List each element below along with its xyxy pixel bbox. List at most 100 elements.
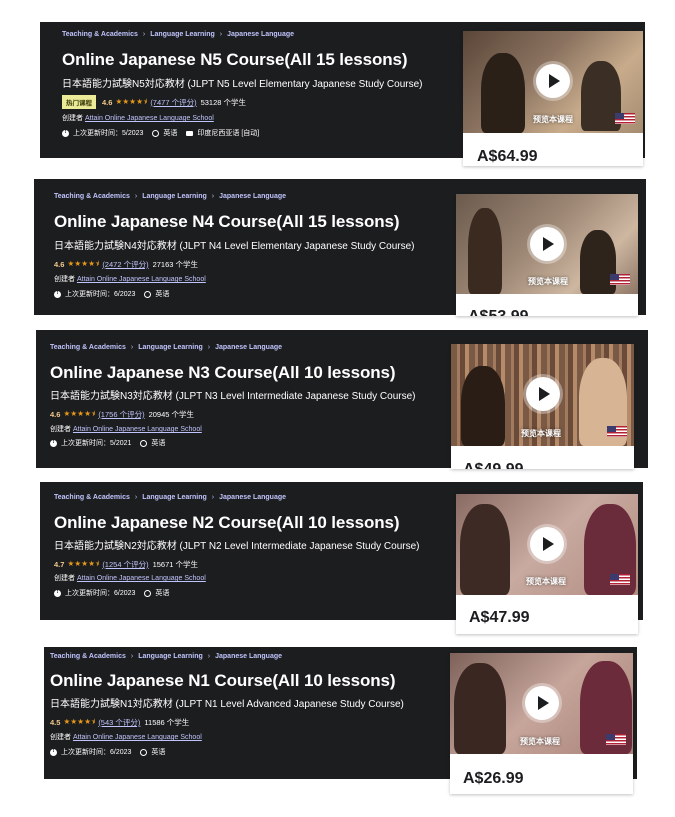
alert-icon <box>54 589 61 597</box>
rating-row: 4.6 ★★★★⯨ (1756 个评分) 20945 个学生 <box>50 408 194 421</box>
language: 英语 <box>155 291 170 298</box>
students-count: 27163 个学生 <box>152 260 199 269</box>
course-subtitle: 日本語能力試験N1対応教材 (JLPT N1 Level Advanced Ja… <box>50 699 404 710</box>
students-count: 53128 个学生 <box>200 97 247 107</box>
creator-label: 创建者 <box>54 276 75 283</box>
breadcrumb-teaching-academics[interactable]: Teaching & Academics <box>54 494 130 501</box>
info-row: 上次更新时间：6/2023 英语 <box>54 289 169 299</box>
play-button-icon[interactable] <box>530 227 564 261</box>
ratings-count-link[interactable]: (1254 个评分) <box>102 559 148 570</box>
breadcrumb-language-learning[interactable]: Language Learning <box>142 193 207 200</box>
us-flag-icon <box>610 274 630 285</box>
updated-date: 6/2023 <box>110 748 132 756</box>
person-image <box>481 53 525 133</box>
creator-link[interactable]: Attain Online Japanese Language School <box>85 115 214 122</box>
creator-row: 创建者 Attain Online Japanese Language Scho… <box>50 424 202 434</box>
price: A$49.99 <box>463 461 524 469</box>
course-card-n5: 预览本课程 A$64.99 <box>463 31 643 166</box>
star-rating-icon: ★★★★⯨ <box>63 409 96 418</box>
updated-label: 上次更新时间： <box>73 130 122 137</box>
breadcrumb: Teaching & Academics › Language Learning › J… <box>54 494 286 501</box>
star-rating-icon: ★★★★⯨ <box>115 96 148 106</box>
breadcrumb-japanese-language[interactable]: Japanese Language <box>227 31 294 38</box>
ratings-count-link[interactable]: (1756 个评分) <box>98 409 144 420</box>
creator-link[interactable]: Attain Online Japanese Language School <box>77 276 206 283</box>
creator-link[interactable]: Attain Online Japanese Language School <box>73 734 202 741</box>
globe-icon <box>144 589 152 597</box>
preview-thumbnail[interactable]: 预览本课程 <box>456 494 638 595</box>
breadcrumb-chevron-icon: › <box>130 344 134 351</box>
info-row: 上次更新时间：5/2021 英语 <box>50 438 165 448</box>
star-rating-icon: ★★★★⯨ <box>67 559 100 568</box>
play-button-icon[interactable] <box>526 377 560 411</box>
course-title: Online Japanese N2 Course(All 10 lessons… <box>54 513 400 532</box>
price: A$53.99 <box>468 308 529 316</box>
course-title: Online Japanese N4 Course(All 15 lessons… <box>54 212 400 231</box>
course-title: Online Japanese N1 Course(All 10 lessons… <box>50 671 396 690</box>
breadcrumb-japanese-language[interactable]: Japanese Language <box>215 344 282 351</box>
course-subtitle: 日本語能力試験N5対応教材 (JLPT N5 Level Elementary … <box>62 79 423 90</box>
course-title: Online Japanese N3 Course(All 10 lessons… <box>50 363 396 382</box>
students-count: 11586 个学生 <box>144 718 190 727</box>
alert-icon <box>50 748 57 756</box>
breadcrumb-chevron-icon: › <box>134 193 138 200</box>
rating-value: 4.7 <box>54 560 65 569</box>
preview-thumbnail[interactable]: 预览本课程 <box>451 344 634 446</box>
breadcrumb-teaching-academics[interactable]: Teaching & Academics <box>54 193 130 200</box>
course-subtitle: 日本語能力試験N2対応教材 (JLPT N2 Level Intermediat… <box>54 541 420 552</box>
preview-thumbnail[interactable]: 预览本课程 <box>456 194 638 294</box>
preview-course-label: 预览本课程 <box>526 577 566 586</box>
breadcrumb-japanese-language[interactable]: Japanese Language <box>219 494 286 501</box>
rating-row: 4.6 ★★★★⯨ (2472 个评分) 27163 个学生 <box>54 258 198 271</box>
breadcrumb-language-learning[interactable]: Language Learning <box>138 344 203 351</box>
price: A$47.99 <box>469 609 530 626</box>
play-button-icon[interactable] <box>525 686 559 720</box>
rating-row: 4.5 ★★★★⯨ (543 个评分) 11586 个学生 <box>50 716 189 729</box>
updated-label: 上次更新时间： <box>61 749 110 756</box>
preview-thumbnail[interactable]: 预览本课程 <box>463 31 643 133</box>
person-image <box>454 663 506 754</box>
creator-link[interactable]: Attain Online Japanese Language School <box>77 575 206 582</box>
breadcrumb-chevron-icon: › <box>130 653 134 660</box>
alert-icon <box>50 439 57 447</box>
breadcrumb: Teaching & Academics › Language Learning › J… <box>50 344 282 351</box>
ratings-count-link[interactable]: (7477 个评分) <box>150 97 196 108</box>
breadcrumb-teaching-academics[interactable]: Teaching & Academics <box>62 31 138 38</box>
play-button-icon[interactable] <box>530 527 564 561</box>
us-flag-icon <box>607 426 627 437</box>
course-title: Online Japanese N5 Course(All 15 lessons… <box>62 50 408 69</box>
updated-date: 5/2021 <box>110 439 132 447</box>
rating-value: 4.6 <box>50 410 61 419</box>
ratings-count-link[interactable]: (2472 个评分) <box>102 259 148 270</box>
star-rating-icon: ★★★★⯨ <box>67 259 100 268</box>
language: 英语 <box>163 130 178 137</box>
preview-thumbnail[interactable]: 预览本课程 <box>450 653 633 754</box>
rating-row: 热门课程 4.6 ★★★★⯨ (7477 个评分) 53128 个学生 <box>62 95 246 109</box>
language: 英语 <box>155 590 170 597</box>
info-row: 上次更新时间：6/2023 英语 <box>54 588 169 598</box>
star-rating-icon: ★★★★⯨ <box>63 717 96 726</box>
price: A$64.99 <box>477 148 538 165</box>
creator-label: 创建者 <box>54 575 75 582</box>
alert-icon <box>62 129 69 137</box>
updated-date: 5/2023 <box>122 129 144 137</box>
breadcrumb-language-learning[interactable]: Language Learning <box>138 653 203 660</box>
ratings-count-link[interactable]: (543 个评分) <box>98 717 140 728</box>
breadcrumb-japanese-language[interactable]: Japanese Language <box>215 653 282 660</box>
creator-link[interactable]: Attain Online Japanese Language School <box>73 426 202 433</box>
play-button-icon[interactable] <box>536 64 570 98</box>
creator-row: 创建者 Attain Online Japanese Language Scho… <box>50 732 202 742</box>
person-image <box>461 366 505 446</box>
updated-label: 上次更新时间： <box>65 590 114 597</box>
globe-icon <box>140 748 148 756</box>
breadcrumb-teaching-academics[interactable]: Teaching & Academics <box>50 653 126 660</box>
rating-value: 4.5 <box>50 718 61 727</box>
breadcrumb-chevron-icon: › <box>207 344 211 351</box>
breadcrumb-japanese-language[interactable]: Japanese Language <box>219 193 286 200</box>
students-count: 15671 个学生 <box>152 560 199 569</box>
breadcrumb-language-learning[interactable]: Language Learning <box>142 494 207 501</box>
breadcrumb-teaching-academics[interactable]: Teaching & Academics <box>50 344 126 351</box>
globe-icon <box>140 439 148 447</box>
course-subtitle: 日本語能力試験N4対応教材 (JLPT N4 Level Elementary … <box>54 241 415 252</box>
breadcrumb-language-learning[interactable]: Language Learning <box>150 31 215 38</box>
